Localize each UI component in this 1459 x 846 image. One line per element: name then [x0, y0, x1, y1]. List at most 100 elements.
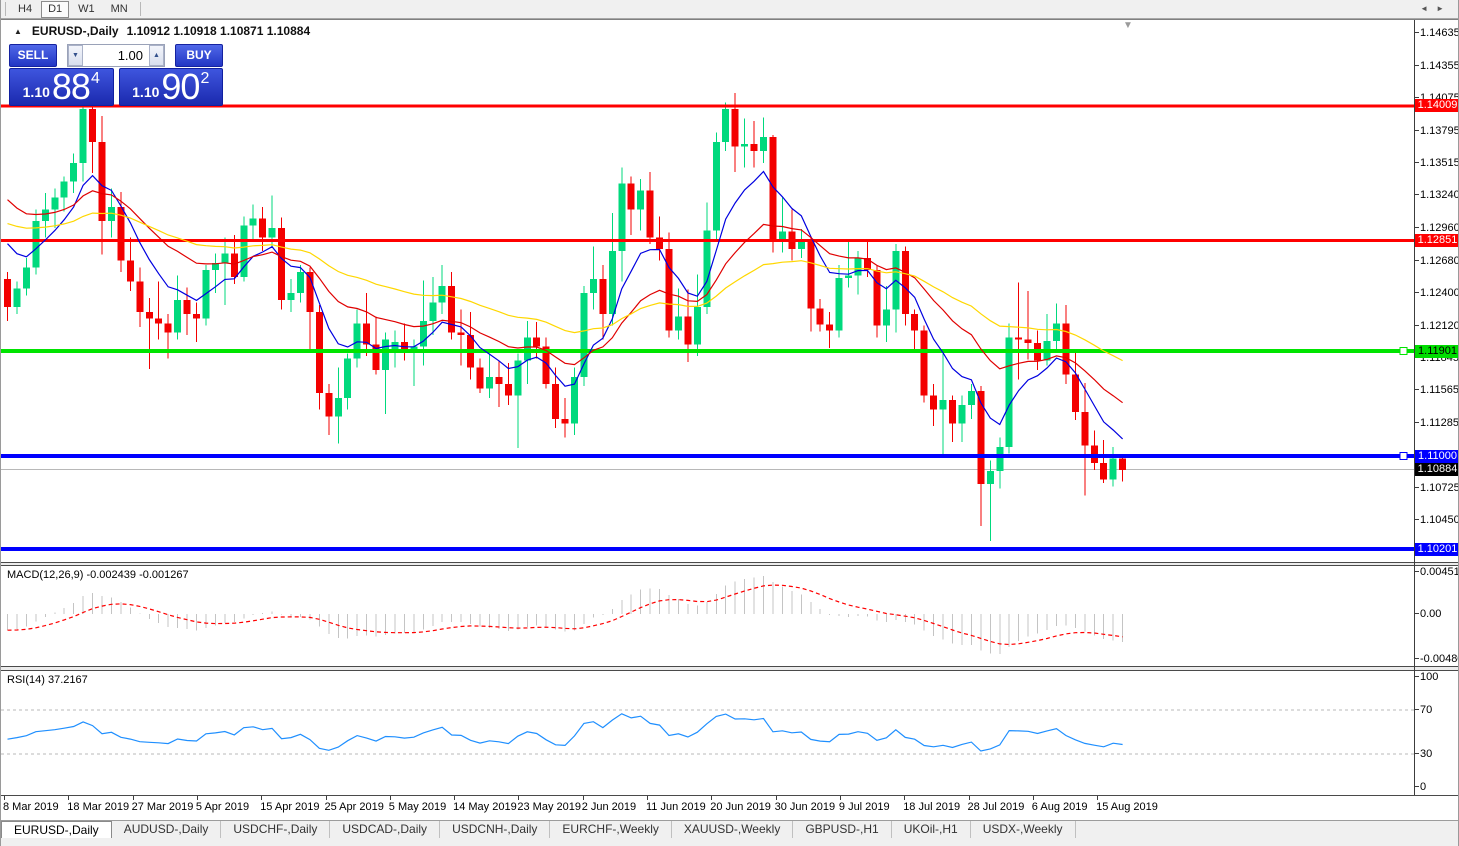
date-tick [4, 796, 5, 800]
price-tick-label: 1.13795 [1415, 124, 1459, 137]
date-tick [839, 796, 841, 800]
symbol-tab-xauusd-weekly[interactable]: XAUUSD-,Weekly [672, 821, 794, 838]
panel-splitter[interactable] [1, 666, 1458, 671]
timeframe-h4-button[interactable]: H4 [11, 1, 39, 18]
candle-body [278, 227, 286, 301]
candle-body [495, 376, 503, 384]
candle-body [807, 241, 815, 309]
date-tick [904, 796, 906, 800]
date-tick [261, 796, 263, 800]
price-tick-label: 1.11565 [1415, 384, 1459, 397]
date-label: 18 Jul 2019 [903, 801, 961, 813]
date-label: 14 May 2019 [453, 801, 517, 813]
timeframe-mn-button[interactable]: MN [104, 1, 135, 18]
sell-price-display[interactable]: 1.10 88 4 [9, 68, 114, 106]
candle-body [457, 332, 465, 336]
volume-spinner: ▼ 1.00 ▲ [67, 44, 165, 67]
date-label: 15 Aug 2019 [1096, 801, 1158, 813]
candle-body [344, 358, 352, 398]
date-tick [1032, 796, 1034, 800]
date-tick [68, 796, 70, 800]
symbol-tab-usdcad-daily[interactable]: USDCAD-,Daily [330, 821, 441, 838]
timeframe-d1-button[interactable]: D1 [41, 0, 70, 18]
price-tag: 1.10201 [1415, 542, 1458, 556]
candle-body [627, 183, 635, 210]
symbol-tab-usdcnh-daily[interactable]: USDCNH-,Daily [440, 821, 551, 838]
candle-body [325, 393, 333, 417]
date-label: 15 Apr 2019 [260, 801, 320, 813]
candle-body [986, 471, 994, 485]
symbol-tab-ukoil-h1[interactable]: UKOil-,H1 [892, 821, 971, 838]
candle-body [504, 383, 512, 396]
candle-body [911, 314, 919, 331]
candle-body [958, 404, 966, 424]
tab-scroll-arrows[interactable]: ◄► [1420, 4, 1452, 13]
panel-splitter[interactable] [1, 562, 1458, 566]
volume-decrease-button[interactable]: ▼ [68, 45, 83, 66]
symbol-tab-usdchf-daily[interactable]: USDCHF-,Daily [221, 821, 331, 838]
symbol-tab-usdx-weekly[interactable]: USDX-,Weekly [971, 821, 1076, 838]
rsi-axis-label: 100 [1414, 671, 1439, 683]
sell-button[interactable]: SELL [9, 44, 57, 67]
symbol-tab-gbpusd-h1[interactable]: GBPUSD-,H1 [793, 821, 892, 838]
price-tag: 1.14009 [1415, 99, 1458, 113]
macd-panel-svg[interactable] [1, 566, 1414, 665]
date-tick [518, 796, 520, 800]
candle-body [230, 253, 238, 277]
candle-body [816, 308, 824, 325]
candle-body [514, 360, 522, 396]
price-tag: 1.10884 [1415, 463, 1458, 477]
date-tick [968, 796, 970, 800]
tab-scroll-left-icon[interactable]: ◄ [1420, 4, 1436, 13]
price-tag: 1.11000 [1415, 449, 1458, 463]
candle-body [334, 397, 342, 417]
candle-body [22, 267, 30, 289]
toolbar-separator [5, 2, 6, 16]
candle-body [13, 288, 21, 308]
candle-body [1109, 458, 1117, 480]
rsi-line [7, 713, 1123, 752]
candle-body [797, 241, 805, 249]
candle-body [174, 300, 182, 333]
price-tick-label: 1.12120 [1415, 319, 1459, 332]
candle-body [1015, 337, 1023, 340]
rsi-panel-svg[interactable] [1, 671, 1414, 795]
candle-body [41, 209, 49, 221]
chart-shift-marker-icon[interactable]: ▼ [1123, 20, 1133, 31]
candle-body [741, 144, 749, 147]
candle-body [1081, 411, 1089, 446]
date-label: 28 Jul 2019 [967, 801, 1025, 813]
buy-button[interactable]: BUY [175, 44, 223, 67]
volume-increase-button[interactable]: ▲ [149, 45, 164, 66]
symbol-tab-eurusd-daily[interactable]: EURUSD-,Daily [1, 821, 112, 838]
candle-body [552, 383, 560, 419]
symbol-tab-audusd-daily[interactable]: AUDUSD-,Daily [112, 821, 222, 838]
mt4-window: H4 D1 W1 MN ▲ EURUSD-,Daily 1.10912 1.10… [0, 0, 1459, 846]
line-handle[interactable] [1399, 347, 1408, 356]
symbol-tab-eurchf-weekly[interactable]: EURCHF-,Weekly [550, 821, 672, 838]
price-tick-label: 1.13240 [1415, 189, 1459, 202]
date-label: 6 Aug 2019 [1031, 801, 1088, 813]
candle-body [712, 141, 720, 231]
candle-body [259, 218, 267, 238]
buy-price-prefix: 1.10 [132, 84, 160, 100]
candle-body [382, 339, 389, 370]
candle-body [476, 367, 484, 389]
line-handle[interactable] [1399, 452, 1408, 461]
candle-body [1119, 458, 1127, 471]
volume-input[interactable]: 1.00 [83, 45, 149, 66]
tab-scroll-right-icon[interactable]: ► [1436, 4, 1452, 13]
macd-label: MACD(12,26,9) -0.002439 -0.001267 [7, 569, 189, 581]
candle-body [268, 227, 276, 238]
candle-body [533, 337, 541, 347]
buy-price-display[interactable]: 1.10 90 2 [118, 68, 223, 106]
sell-price-main: 88 [51, 66, 91, 107]
collapse-triangle-icon[interactable]: ▲ [14, 27, 22, 36]
date-label: 30 Jun 2019 [774, 801, 836, 813]
price-tick-label: 1.13515 [1415, 157, 1459, 170]
candle-body [485, 376, 493, 389]
candle-body [183, 300, 191, 315]
timeframe-w1-button[interactable]: W1 [71, 1, 102, 18]
candle-body [882, 309, 890, 326]
candle-body [155, 318, 163, 324]
